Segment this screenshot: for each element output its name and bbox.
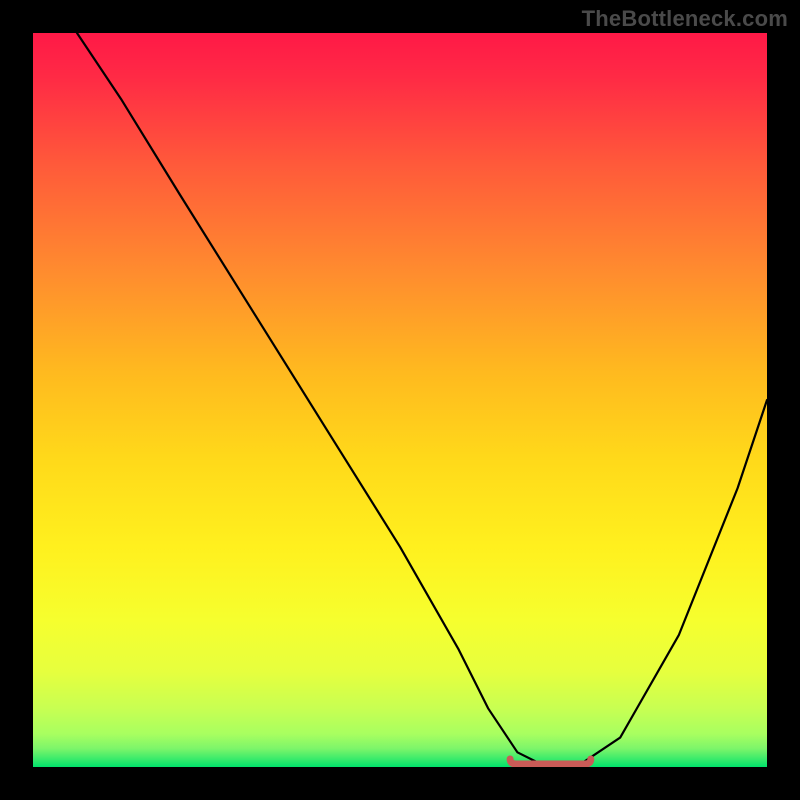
plot-area	[33, 33, 767, 767]
gradient-background	[33, 33, 767, 767]
chart-svg	[33, 33, 767, 767]
chart-frame: TheBottleneck.com	[0, 0, 800, 800]
watermark-text: TheBottleneck.com	[582, 6, 788, 32]
